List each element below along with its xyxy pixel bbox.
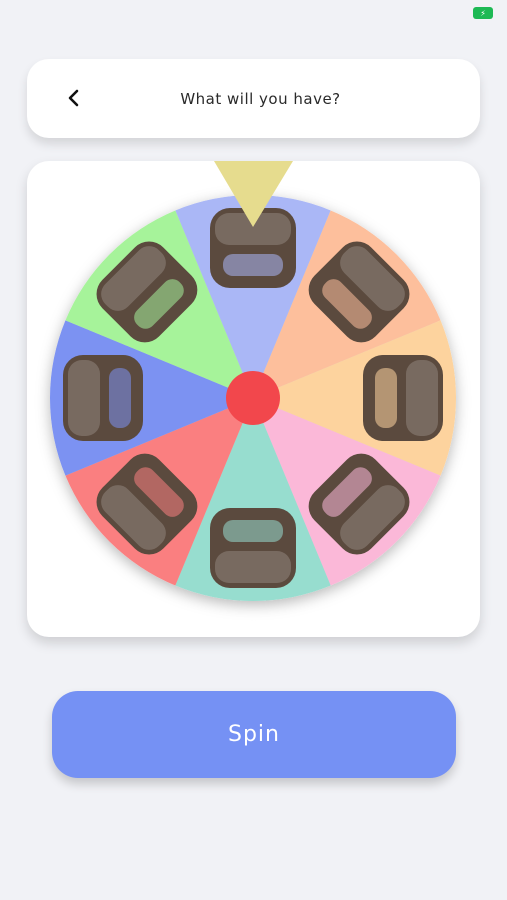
- prize-wheel[interactable]: [27, 161, 480, 637]
- restaurant-exterior-photo: [210, 508, 296, 588]
- wheel-hub: [226, 371, 280, 425]
- page-title: What will you have?: [180, 89, 341, 108]
- pizza-photo: [363, 355, 443, 441]
- kitchen-interior-photo: [63, 355, 143, 441]
- header-card: What will you have?: [27, 59, 480, 138]
- status-bar: ⚡: [0, 0, 507, 28]
- battery-charging-icon: ⚡: [473, 7, 493, 19]
- spin-button[interactable]: Spin: [52, 691, 456, 778]
- wheel-card: [27, 161, 480, 637]
